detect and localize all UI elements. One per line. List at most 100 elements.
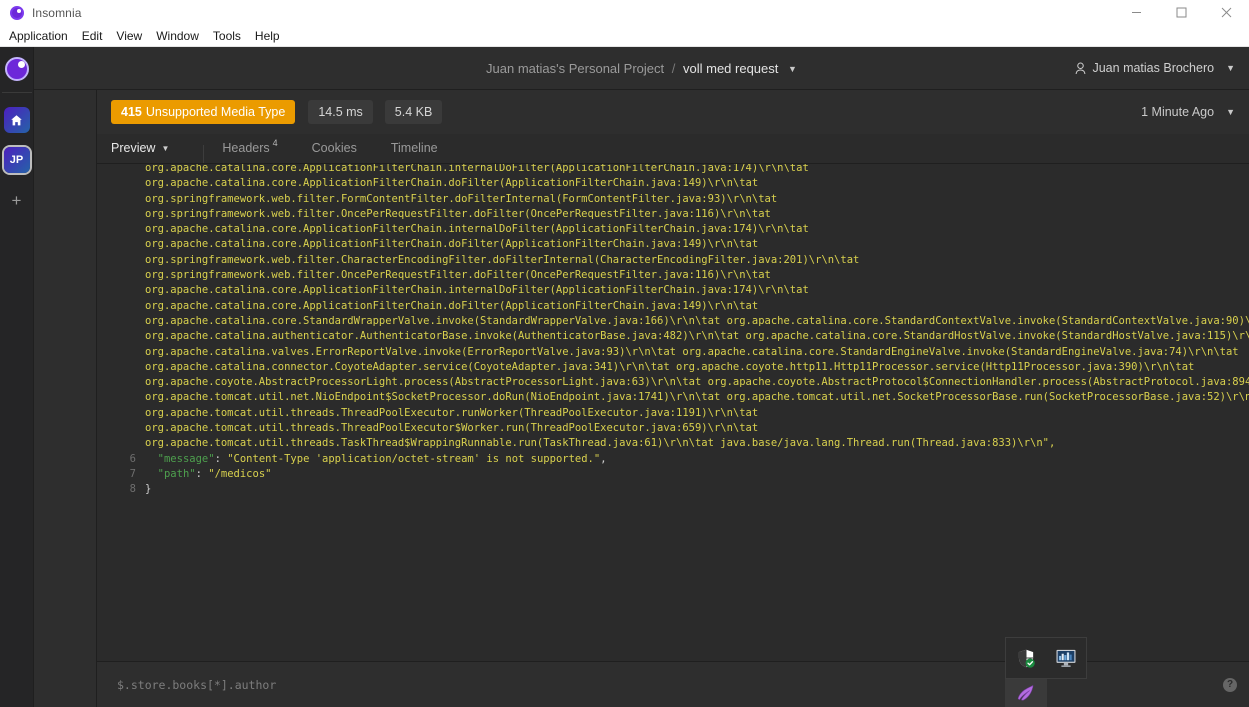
code-line: org.springframework.web.filter.OncePerRe… — [97, 268, 1249, 283]
display-settings-icon[interactable] — [1055, 649, 1077, 668]
menu-item-tools[interactable]: Tools — [206, 27, 248, 45]
line-number — [97, 192, 145, 207]
tab-headers[interactable]: Headers 4 — [222, 133, 293, 163]
close-icon[interactable] — [1204, 0, 1249, 25]
line-content: org.apache.tomcat.util.threads.ThreadPoo… — [145, 422, 759, 435]
code-line: 8} — [97, 482, 1249, 497]
line-content: org.springframework.web.filter.OncePerRe… — [145, 207, 771, 220]
code-line: 7 "path": "/medicos" — [97, 467, 1249, 482]
code-line: org.apache.coyote.AbstractProcessorLight… — [97, 375, 1249, 390]
line-content: org.apache.tomcat.util.threads.TaskThrea… — [145, 437, 1056, 450]
code-line: org.apache.catalina.valves.ErrorReportVa… — [97, 345, 1249, 360]
menu-item-application[interactable]: Application — [2, 27, 75, 45]
code-line: org.springframework.web.filter.FormConte… — [97, 192, 1249, 207]
response-status-bar: 415 Unsupported Media Type 14.5 ms 5.4 K… — [97, 90, 1249, 134]
code-line: org.apache.catalina.core.ApplicationFilt… — [97, 176, 1249, 191]
status-badge[interactable]: 415 Unsupported Media Type — [111, 100, 296, 124]
window-titlebar: Insomnia — [0, 0, 1249, 25]
line-content: org.apache.catalina.core.ApplicationFilt… — [145, 284, 809, 297]
help-icon[interactable]: ? — [1223, 677, 1237, 692]
line-content: org.apache.catalina.connector.CoyoteAdap… — [145, 360, 1195, 373]
rail-item-home[interactable] — [3, 107, 30, 133]
menu-item-help[interactable]: Help — [248, 27, 287, 45]
rail-workspace-initials: JP — [9, 154, 24, 166]
account-menu[interactable]: Juan matias Brochero ▼ — [1075, 61, 1235, 75]
line-number: 7 — [129, 467, 136, 480]
line-number: 6 — [129, 452, 136, 465]
line-number — [97, 299, 145, 314]
line-content: org.apache.catalina.core.ApplicationFilt… — [145, 177, 759, 190]
tab-cookies[interactable]: Cookies — [312, 133, 373, 163]
line-number: 8 — [129, 483, 136, 496]
line-number — [97, 222, 145, 237]
code-line: org.apache.catalina.core.ApplicationFilt… — [97, 299, 1249, 314]
code-lines: org.apache.catalina.core.ApplicationFilt… — [97, 164, 1249, 498]
menu-item-window[interactable]: Window — [149, 27, 206, 45]
maximize-icon[interactable] — [1159, 0, 1204, 25]
person-icon — [1076, 61, 1086, 74]
menu-item-view[interactable]: View — [109, 27, 149, 45]
code-line: org.apache.tomcat.util.net.NioEndpoint$S… — [97, 390, 1249, 405]
response-pane: 415 Unsupported Media Type 14.5 ms 5.4 K… — [97, 90, 1249, 707]
request-sidebar-pane — [34, 90, 97, 707]
line-number — [97, 207, 145, 222]
line-content: org.apache.catalina.core.ApplicationFilt… — [145, 223, 809, 236]
jsonpath-filter-input[interactable] — [117, 677, 637, 692]
response-body-viewer[interactable]: org.apache.catalina.core.ApplicationFilt… — [97, 164, 1249, 661]
code-line: org.apache.tomcat.util.threads.TaskThrea… — [97, 436, 1249, 451]
line-number — [97, 390, 145, 405]
line-content: org.apache.coyote.AbstractProcessorLight… — [145, 376, 1249, 389]
rail-add-button[interactable]: + — [4, 189, 30, 211]
minimize-icon[interactable] — [1114, 0, 1159, 25]
code-line: 6 "message": "Content-Type 'application/… — [97, 452, 1249, 467]
line-content: "message": "Content-Type 'application/oc… — [157, 452, 607, 465]
rail-item-workspace-jp[interactable]: JP — [3, 147, 30, 173]
response-tabs: Preview ▼ Headers 4 Cookies Timeline — [97, 134, 1249, 164]
menu-item-edit[interactable]: Edit — [75, 27, 110, 45]
line-number — [97, 375, 145, 390]
line-content: org.springframework.web.filter.FormConte… — [145, 192, 778, 205]
system-tray-popup — [1005, 637, 1087, 707]
response-size[interactable]: 5.4 KB — [384, 100, 443, 124]
response-time[interactable]: 14.5 ms — [308, 100, 373, 124]
code-line: org.apache.catalina.core.StandardWrapper… — [97, 314, 1249, 329]
code-line: org.springframework.web.filter.Character… — [97, 253, 1249, 268]
app-shell: JP + Juan matias's Personal Project / vo… — [0, 47, 1249, 707]
response-history-dropdown[interactable]: 1 Minute Ago ▼ — [1141, 105, 1235, 119]
code-line: org.springframework.web.filter.OncePerRe… — [97, 207, 1249, 222]
insomnia-feather-icon — [1017, 684, 1034, 701]
insomnia-logo-icon — [10, 5, 24, 20]
line-content: } — [145, 483, 152, 496]
tab-preview-label: Preview — [111, 141, 156, 155]
line-content: org.apache.tomcat.util.threads.ThreadPoo… — [145, 406, 759, 419]
code-line: org.apache.tomcat.util.threads.ThreadPoo… — [97, 421, 1249, 436]
tray-active-app[interactable] — [1005, 679, 1047, 707]
code-line: org.apache.catalina.core.ApplicationFilt… — [97, 164, 1249, 176]
line-number — [97, 314, 145, 329]
app-header: Juan matias's Personal Project / voll me… — [34, 47, 1249, 90]
app-body: 415 Unsupported Media Type 14.5 ms 5.4 K… — [34, 90, 1249, 707]
breadcrumb-request[interactable]: voll med request — [683, 61, 778, 76]
line-content: org.apache.catalina.core.ApplicationFilt… — [145, 164, 809, 174]
chevron-down-icon[interactable]: ▼ — [788, 64, 797, 74]
menubar: Application Edit View Window Tools Help — [0, 25, 1249, 47]
line-content: org.apache.catalina.authenticator.Authen… — [145, 330, 1249, 343]
line-number — [97, 164, 145, 176]
tab-timeline[interactable]: Timeline — [391, 133, 454, 163]
windows-security-shield-icon[interactable] — [1016, 648, 1036, 669]
tab-preview[interactable]: Preview ▼ — [111, 133, 185, 163]
tab-divider — [203, 145, 205, 163]
status-text: Unsupported Media Type — [145, 105, 286, 119]
insomnia-brand-icon — [4, 57, 29, 81]
line-content: org.apache.catalina.core.ApplicationFilt… — [145, 238, 759, 251]
preview-chevron-down-icon: ▼ — [161, 143, 170, 153]
line-number — [97, 421, 145, 436]
response-timestamp: 1 Minute Ago — [1141, 105, 1215, 119]
line-number — [97, 329, 145, 344]
line-number — [97, 283, 145, 298]
account-chevron-down-icon: ▼ — [1226, 63, 1235, 73]
tab-timeline-label: Timeline — [390, 141, 438, 155]
history-chevron-down-icon: ▼ — [1226, 107, 1235, 117]
breadcrumb: Juan matias's Personal Project / voll me… — [34, 61, 1249, 76]
breadcrumb-project[interactable]: Juan matias's Personal Project — [486, 61, 664, 76]
